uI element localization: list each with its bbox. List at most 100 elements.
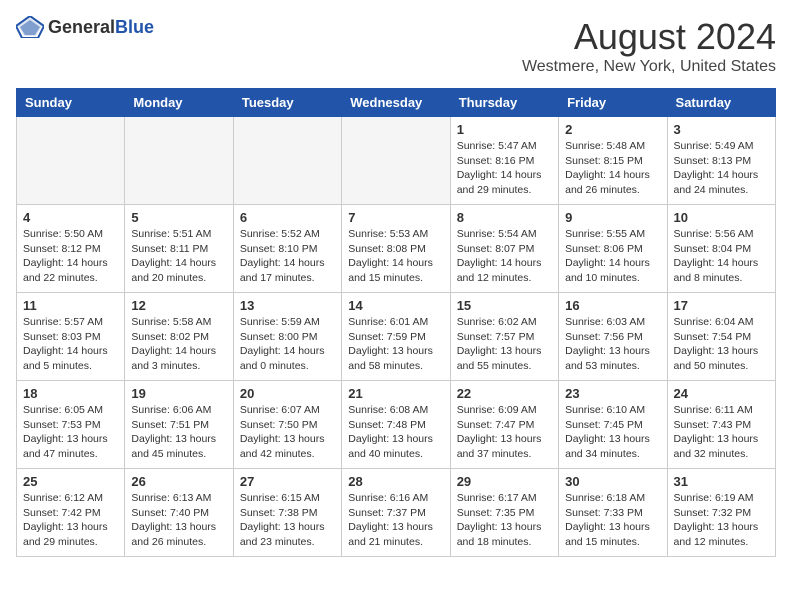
title-block: August 2024 Westmere, New York, United S… (522, 16, 776, 76)
cell-info: Sunrise: 6:15 AM Sunset: 7:38 PM Dayligh… (240, 491, 335, 550)
cell-info: Sunrise: 5:48 AM Sunset: 8:15 PM Dayligh… (565, 139, 660, 198)
cell-info: Sunrise: 5:52 AM Sunset: 8:10 PM Dayligh… (240, 227, 335, 286)
calendar-cell: 3 Sunrise: 5:49 AM Sunset: 8:13 PM Daylig… (667, 117, 775, 205)
cell-date: 23 (565, 386, 660, 401)
logo-blue: Blue (115, 17, 154, 37)
cell-date: 25 (23, 474, 118, 489)
cell-info: Sunrise: 6:09 AM Sunset: 7:47 PM Dayligh… (457, 403, 552, 462)
cell-info: Sunrise: 6:03 AM Sunset: 7:56 PM Dayligh… (565, 315, 660, 374)
calendar-cell: 8 Sunrise: 5:54 AM Sunset: 8:07 PM Daylig… (450, 205, 558, 293)
cell-date: 18 (23, 386, 118, 401)
calendar-cell: 26 Sunrise: 6:13 AM Sunset: 7:40 PM Dayli… (125, 469, 233, 557)
cell-info: Sunrise: 6:17 AM Sunset: 7:35 PM Dayligh… (457, 491, 552, 550)
cell-date: 12 (131, 298, 226, 313)
logo: GeneralBlue (16, 16, 154, 38)
cell-info: Sunrise: 6:05 AM Sunset: 7:53 PM Dayligh… (23, 403, 118, 462)
calendar-cell: 30Sunrise: 6:18 AM Sunset: 7:33 PM Dayli… (559, 469, 667, 557)
cell-date: 7 (348, 210, 443, 225)
cell-info: Sunrise: 6:19 AM Sunset: 7:32 PM Dayligh… (674, 491, 769, 550)
calendar-cell: 12Sunrise: 5:58 AM Sunset: 8:02 PM Dayli… (125, 293, 233, 381)
cell-date: 1 (457, 122, 552, 137)
location-title: Westmere, New York, United States (522, 58, 776, 76)
calendar-cell: 16 Sunrise: 6:03 AM Sunset: 7:56 PM Dayli… (559, 293, 667, 381)
calendar-header-row: SundayMondayTuesdayWednesdayThursdayFrid… (17, 89, 776, 117)
calendar-cell: 17Sunrise: 6:04 AM Sunset: 7:54 PM Dayli… (667, 293, 775, 381)
cell-info: Sunrise: 6:11 AM Sunset: 7:43 PM Dayligh… (674, 403, 769, 462)
cell-date: 30 (565, 474, 660, 489)
day-header-saturday: Saturday (667, 89, 775, 117)
calendar-cell: 28 Sunrise: 6:16 AM Sunset: 7:37 PM Dayli… (342, 469, 450, 557)
calendar-cell: 5 Sunrise: 5:51 AM Sunset: 8:11 PM Daylig… (125, 205, 233, 293)
cell-date: 3 (674, 122, 769, 137)
cell-info: Sunrise: 6:10 AM Sunset: 7:45 PM Dayligh… (565, 403, 660, 462)
cell-info: Sunrise: 6:16 AM Sunset: 7:37 PM Dayligh… (348, 491, 443, 550)
cell-info: Sunrise: 6:02 AM Sunset: 7:57 PM Dayligh… (457, 315, 552, 374)
calendar-cell: 13 Sunrise: 5:59 AM Sunset: 8:00 PM Dayli… (233, 293, 341, 381)
week-row-2: 11 Sunrise: 5:57 AM Sunset: 8:03 PM Dayli… (17, 293, 776, 381)
calendar-cell: 31 Sunrise: 6:19 AM Sunset: 7:32 PM Dayli… (667, 469, 775, 557)
calendar-cell (342, 117, 450, 205)
cell-info: Sunrise: 5:53 AM Sunset: 8:08 PM Dayligh… (348, 227, 443, 286)
logo-icon (16, 16, 44, 38)
cell-date: 13 (240, 298, 335, 313)
calendar-cell: 23 Sunrise: 6:10 AM Sunset: 7:45 PM Dayli… (559, 381, 667, 469)
calendar-cell: 7 Sunrise: 5:53 AM Sunset: 8:08 PM Daylig… (342, 205, 450, 293)
calendar-cell (17, 117, 125, 205)
cell-info: Sunrise: 5:54 AM Sunset: 8:07 PM Dayligh… (457, 227, 552, 286)
cell-date: 11 (23, 298, 118, 313)
month-title: August 2024 (522, 16, 776, 58)
page-header: GeneralBlue August 2024 Westmere, New Yo… (16, 16, 776, 76)
cell-info: Sunrise: 5:56 AM Sunset: 8:04 PM Dayligh… (674, 227, 769, 286)
cell-date: 20 (240, 386, 335, 401)
cell-date: 19 (131, 386, 226, 401)
calendar-cell: 27Sunrise: 6:15 AM Sunset: 7:38 PM Dayli… (233, 469, 341, 557)
day-header-tuesday: Tuesday (233, 89, 341, 117)
cell-date: 4 (23, 210, 118, 225)
cell-date: 29 (457, 474, 552, 489)
calendar-cell: 24Sunrise: 6:11 AM Sunset: 7:43 PM Dayli… (667, 381, 775, 469)
calendar-cell: 14 Sunrise: 6:01 AM Sunset: 7:59 PM Dayli… (342, 293, 450, 381)
calendar-cell: 22Sunrise: 6:09 AM Sunset: 7:47 PM Dayli… (450, 381, 558, 469)
cell-info: Sunrise: 5:57 AM Sunset: 8:03 PM Dayligh… (23, 315, 118, 374)
calendar-cell: 15Sunrise: 6:02 AM Sunset: 7:57 PM Dayli… (450, 293, 558, 381)
calendar-cell: 18 Sunrise: 6:05 AM Sunset: 7:53 PM Dayli… (17, 381, 125, 469)
cell-date: 28 (348, 474, 443, 489)
cell-date: 21 (348, 386, 443, 401)
cell-info: Sunrise: 6:07 AM Sunset: 7:50 PM Dayligh… (240, 403, 335, 462)
calendar-cell: 9Sunrise: 5:55 AM Sunset: 8:06 PM Daylig… (559, 205, 667, 293)
cell-date: 5 (131, 210, 226, 225)
cell-date: 26 (131, 474, 226, 489)
week-row-0: 1Sunrise: 5:47 AM Sunset: 8:16 PM Daylig… (17, 117, 776, 205)
calendar-cell (233, 117, 341, 205)
cell-date: 31 (674, 474, 769, 489)
cell-date: 6 (240, 210, 335, 225)
week-row-3: 18 Sunrise: 6:05 AM Sunset: 7:53 PM Dayli… (17, 381, 776, 469)
calendar-cell: 6 Sunrise: 5:52 AM Sunset: 8:10 PM Daylig… (233, 205, 341, 293)
cell-date: 17 (674, 298, 769, 313)
day-header-sunday: Sunday (17, 89, 125, 117)
cell-date: 16 (565, 298, 660, 313)
calendar-cell: 20 Sunrise: 6:07 AM Sunset: 7:50 PM Dayli… (233, 381, 341, 469)
day-header-monday: Monday (125, 89, 233, 117)
cell-info: Sunrise: 6:01 AM Sunset: 7:59 PM Dayligh… (348, 315, 443, 374)
calendar-cell: 25Sunrise: 6:12 AM Sunset: 7:42 PM Dayli… (17, 469, 125, 557)
calendar-cell: 2 Sunrise: 5:48 AM Sunset: 8:15 PM Daylig… (559, 117, 667, 205)
cell-info: Sunrise: 5:49 AM Sunset: 8:13 PM Dayligh… (674, 139, 769, 198)
cell-date: 8 (457, 210, 552, 225)
cell-info: Sunrise: 5:51 AM Sunset: 8:11 PM Dayligh… (131, 227, 226, 286)
cell-date: 2 (565, 122, 660, 137)
cell-info: Sunrise: 5:59 AM Sunset: 8:00 PM Dayligh… (240, 315, 335, 374)
calendar-cell: 4Sunrise: 5:50 AM Sunset: 8:12 PM Daylig… (17, 205, 125, 293)
cell-date: 10 (674, 210, 769, 225)
calendar-table: SundayMondayTuesdayWednesdayThursdayFrid… (16, 88, 776, 557)
calendar-cell: 11 Sunrise: 5:57 AM Sunset: 8:03 PM Dayli… (17, 293, 125, 381)
logo-general: General (48, 17, 115, 37)
week-row-1: 4Sunrise: 5:50 AM Sunset: 8:12 PM Daylig… (17, 205, 776, 293)
cell-info: Sunrise: 6:13 AM Sunset: 7:40 PM Dayligh… (131, 491, 226, 550)
cell-info: Sunrise: 6:08 AM Sunset: 7:48 PM Dayligh… (348, 403, 443, 462)
cell-date: 14 (348, 298, 443, 313)
calendar-cell: 19Sunrise: 6:06 AM Sunset: 7:51 PM Dayli… (125, 381, 233, 469)
day-header-wednesday: Wednesday (342, 89, 450, 117)
calendar-cell: 10 Sunrise: 5:56 AM Sunset: 8:04 PM Dayli… (667, 205, 775, 293)
calendar-cell: 21 Sunrise: 6:08 AM Sunset: 7:48 PM Dayli… (342, 381, 450, 469)
